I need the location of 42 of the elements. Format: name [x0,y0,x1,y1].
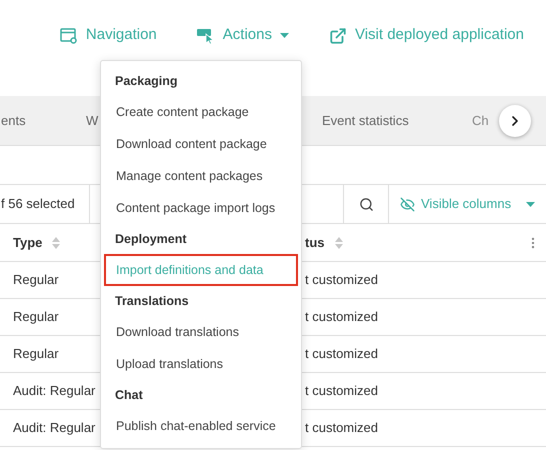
selection-count: f 56 selected [0,195,75,214]
table-cell-text: t customized [305,271,378,290]
menu-item[interactable]: Publish chat-enabled service [104,410,298,442]
menu-section-header: Translations [114,292,190,310]
menu-item[interactable]: Download translations [104,316,298,348]
menu-section-header: Chat [114,386,144,404]
table-cell-text: t customized [305,308,378,326]
table-cell-text: t customized [305,382,378,400]
caret-icon [280,33,289,38]
menu-section-header: Deployment [114,230,188,248]
table-cell-text: Regular [13,308,59,326]
menu-item[interactable]: Download content package [104,128,298,160]
column-header: Type [13,234,42,252]
table-cell-text: Audit: Regular [13,419,96,438]
search-icon [358,196,374,212]
menu-section-header: Packaging [114,72,179,90]
top-link[interactable]: Visit deployed application [328,24,524,47]
sort-icon [52,236,60,248]
external-link-icon [328,26,347,44]
table-cell-text: Regular [13,345,59,364]
tab[interactable]: Event statistics [322,110,472,130]
table-cell-text: t customized [305,419,378,438]
scroll-right-button[interactable] [499,105,531,137]
actions-dropdown[interactable]: Actions [196,24,289,47]
menu-item[interactable]: Create content package [104,96,298,128]
table-cell-text: Audit: Regular [13,382,96,400]
visible-columns-button[interactable]: Visible columns [388,185,546,223]
eye-off-icon [400,196,415,212]
top-link[interactable]: Navigation [60,24,157,47]
sort-icon [334,236,342,248]
browser-window-icon [60,28,78,44]
tab[interactable]: Ch [472,110,489,130]
menu-item[interactable]: Upload translations [104,348,298,380]
menu-item[interactable]: Import definitions and data [104,254,298,286]
menu-item[interactable]: Content package import logs [104,192,298,224]
caret-icon [526,202,536,206]
pointer-click-icon [196,28,215,44]
table-cell-text: Regular [13,271,59,290]
column-header: tus [305,234,324,252]
table-cell-text: t customized [305,345,378,364]
menu-item[interactable]: Manage content packages [104,160,298,192]
tab[interactable]: ents [0,110,86,130]
